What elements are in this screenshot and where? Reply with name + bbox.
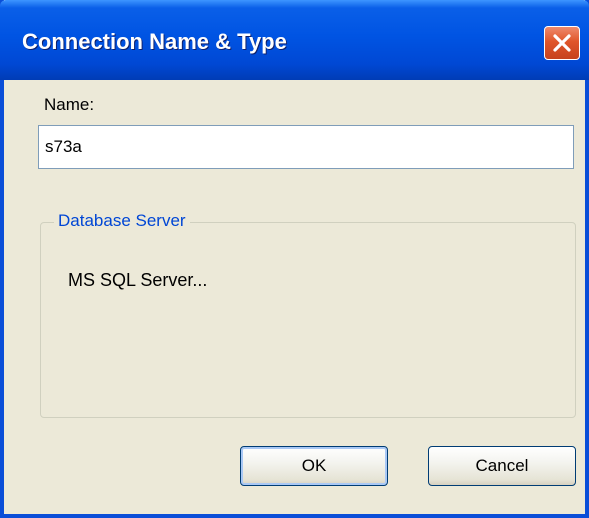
ok-button[interactable]: OK: [240, 446, 388, 486]
window-title: Connection Name & Type: [22, 29, 287, 54]
name-input[interactable]: [38, 125, 574, 169]
title-bar[interactable]: Connection Name & Type: [0, 0, 589, 80]
name-label: Name:: [44, 95, 95, 114]
close-icon: [553, 34, 571, 52]
database-server-selector[interactable]: MS SQL Server...: [68, 270, 207, 291]
database-server-group-title: Database Server: [54, 211, 190, 231]
cancel-button-label: Cancel: [475, 456, 529, 475]
ok-button-label: OK: [301, 456, 327, 475]
cancel-button[interactable]: Cancel: [428, 446, 576, 486]
close-button[interactable]: [544, 26, 580, 60]
database-server-groupbox: [40, 222, 576, 418]
connection-dialog: Connection Name & Type Name: Database Se…: [0, 0, 589, 518]
